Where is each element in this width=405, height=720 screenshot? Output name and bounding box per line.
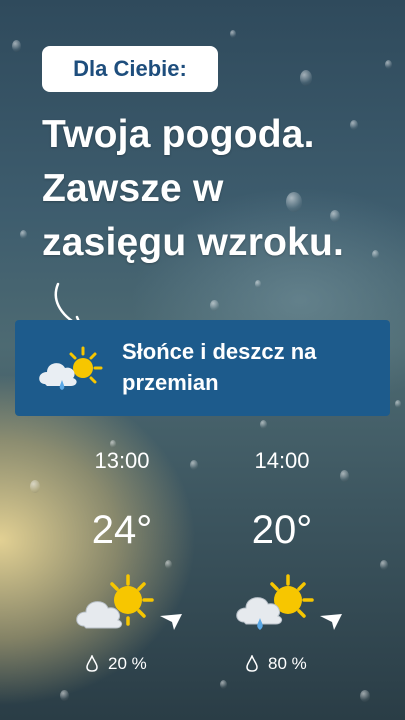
wind-direction-arrow-icon [160,614,182,630]
forecast-hour-1[interactable]: 13:00 24° 20 % [42,446,202,673]
sun-cloud-rain-icon [39,346,103,390]
rain-drop-icon [246,653,258,672]
sun-cloud-rain-icon [236,574,314,630]
precipitation-value: 80 % [268,654,307,673]
wind-direction-arrow-icon [320,614,342,630]
sun-cloud-icon [76,574,154,629]
precipitation-value: 20 % [108,654,147,673]
forecast-temperature: 24° [91,508,153,552]
forecast-time: 13:00 [94,448,150,473]
rain-drop-icon [86,653,98,672]
headline: Twoja pogoda. Zawsze w zasięgu wzroku. [42,108,392,270]
weather-summary-banner[interactable]: Słońce i deszcz na przemian [15,320,390,416]
forecast-hour-2[interactable]: 14:00 20° 80 % [202,446,362,673]
for-you-tag: Dla Ciebie: [42,46,218,92]
forecast-time: 14:00 [254,448,310,473]
weather-summary-text: Słońce i deszcz na przemian [122,339,317,395]
headline-line-3: zasięgu wzroku. [42,221,345,264]
headline-line-1: Twoja pogoda. [42,113,315,156]
forecast-temperature: 20° [251,508,313,552]
precipitation-probability: 80 % [246,652,307,676]
headline-line-2: Zawsze w [42,167,224,210]
precipitation-probability: 20 % [86,652,147,676]
